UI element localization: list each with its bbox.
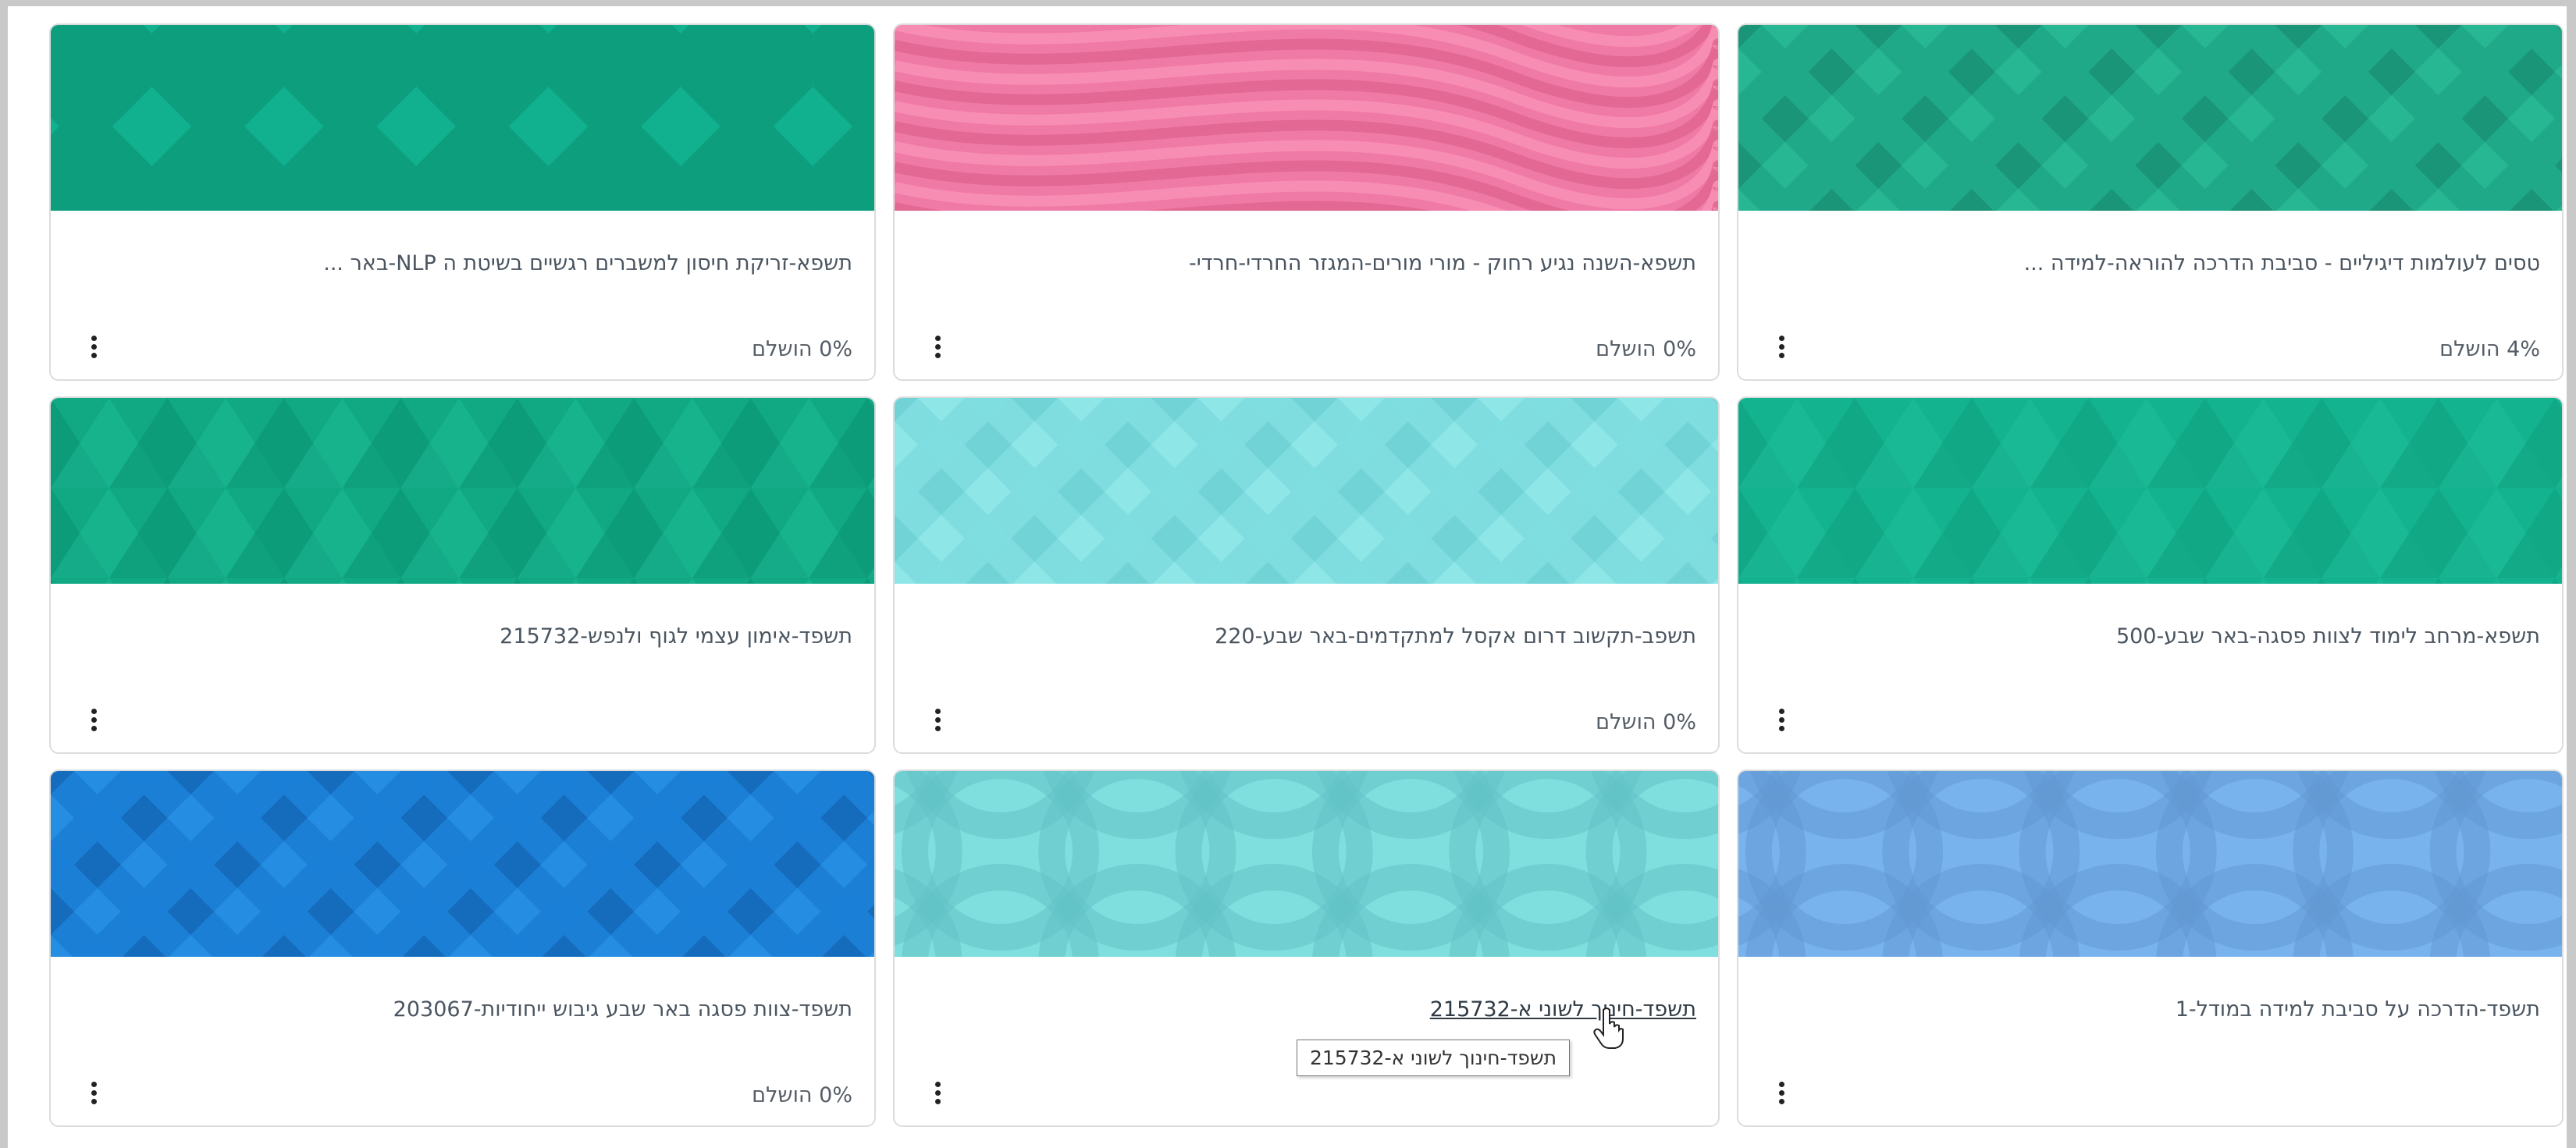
vertical-dots-icon: [1778, 335, 1784, 358]
course-menu-button[interactable]: [926, 702, 949, 737]
course-menu-button[interactable]: [82, 702, 105, 737]
course-card[interactable]: תשפא-מרחב לימוד לצוות פסגה-באר שבע-500: [1737, 396, 2564, 754]
course-card[interactable]: תשפב-תקשוב דרום אקסל למתקדמים-באר שבע-22…: [893, 396, 1720, 754]
vertical-dots-icon: [91, 708, 97, 731]
progress-text: 0% הושלם: [752, 1083, 852, 1107]
course-image[interactable]: [1738, 25, 2562, 211]
course-title-link[interactable]: תשפד-חינוך לשוני א-215732: [916, 997, 1696, 1022]
course-menu-button[interactable]: [926, 329, 949, 364]
course-menu-button[interactable]: [1770, 329, 1793, 364]
course-title-link[interactable]: תשפא-זריקת חיסון למשברים רגשיים בשיטת ה …: [73, 251, 852, 275]
course-title-link[interactable]: תשפד-אימון עצמי לגוף ולנפש-215732: [73, 624, 852, 649]
course-card[interactable]: תשפד-הדרכה על סביבת למידה במודל-1: [1737, 769, 2564, 1127]
title-tooltip: תשפד-חינוך לשוני א-215732: [1297, 1040, 1570, 1076]
course-menu-button[interactable]: [1770, 702, 1793, 737]
course-image[interactable]: [51, 771, 874, 957]
course-image[interactable]: [51, 25, 874, 211]
progress-text: 4% הושלם: [2439, 337, 2540, 361]
progress-text: 0% הושלם: [752, 337, 852, 361]
course-title-link[interactable]: טסים לעולמות דיגיליים - סביבת הדרכה להור…: [1760, 251, 2540, 275]
course-image[interactable]: [895, 25, 1718, 211]
progress-text: 0% הושלם: [1596, 337, 1696, 361]
course-menu-button[interactable]: [926, 1075, 949, 1110]
course-title-link[interactable]: תשפד-צוות פסגה באר שבע גיבוש ייחודיות-20…: [73, 997, 852, 1022]
course-menu-button[interactable]: [82, 329, 105, 364]
vertical-dots-icon: [934, 335, 941, 358]
tooltip-text: תשפד-חינוך לשוני א-215732: [1310, 1047, 1557, 1069]
course-menu-button[interactable]: [82, 1075, 105, 1110]
vertical-dots-icon: [91, 1081, 97, 1104]
vertical-dots-icon: [1778, 1081, 1784, 1104]
vertical-dots-icon: [1778, 708, 1784, 731]
course-card[interactable]: טסים לעולמות דיגיליים - סביבת הדרכה להור…: [1737, 23, 2564, 381]
course-card[interactable]: תשפד-אימון עצמי לגוף ולנפש-215732: [49, 396, 876, 754]
course-title-link[interactable]: תשפא-מרחב לימוד לצוות פסגה-באר שבע-500: [1760, 624, 2540, 649]
course-card[interactable]: תשפא-זריקת חיסון למשברים רגשיים בשיטת ה …: [49, 23, 876, 381]
progress-text: 0% הושלם: [1596, 710, 1696, 734]
course-image[interactable]: [895, 398, 1718, 584]
course-title-link[interactable]: תשפא-השנה נגיע רחוק - מורי מורים-המגזר ה…: [916, 251, 1696, 275]
course-grid: טסים לעולמות דיגיליים - סביבת הדרכה להור…: [42, 23, 2564, 1132]
vertical-dots-icon: [934, 708, 941, 731]
course-image[interactable]: [895, 771, 1718, 957]
vertical-dots-icon: [91, 335, 97, 358]
course-title-link[interactable]: תשפב-תקשוב דרום אקסל למתקדמים-באר שבע-22…: [916, 624, 1696, 649]
course-image[interactable]: [51, 398, 874, 584]
course-card[interactable]: תשפד-צוות פסגה באר שבע גיבוש ייחודיות-20…: [49, 769, 876, 1127]
course-overview: טסים לעולמות דיגיליים - סביבת הדרכה להור…: [8, 6, 2567, 1148]
vertical-dots-icon: [934, 1081, 941, 1104]
course-title-link[interactable]: תשפד-הדרכה על סביבת למידה במודל-1: [1760, 997, 2540, 1022]
course-image[interactable]: [1738, 398, 2562, 584]
hand-pointer-icon: [1593, 1008, 1624, 1049]
course-image[interactable]: [1738, 771, 2562, 957]
course-card[interactable]: תשפא-השנה נגיע רחוק - מורי מורים-המגזר ה…: [893, 23, 1720, 381]
course-menu-button[interactable]: [1770, 1075, 1793, 1110]
